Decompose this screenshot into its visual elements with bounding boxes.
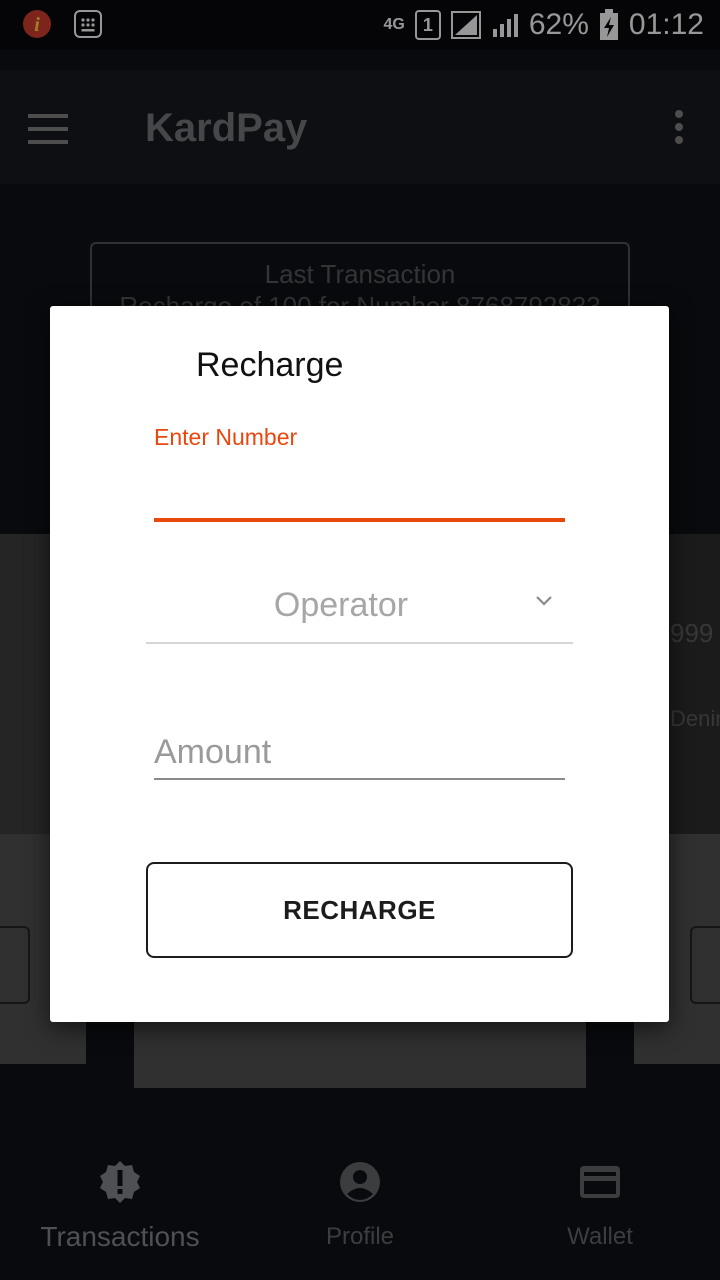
number-field-underline — [154, 518, 565, 522]
recharge-button[interactable]: RECHARGE — [146, 862, 573, 958]
number-field[interactable] — [154, 462, 565, 518]
dialog-title: Recharge — [196, 346, 344, 384]
amount-field[interactable] — [154, 722, 565, 780]
chevron-down-icon — [536, 596, 552, 606]
operator-select[interactable]: Operator — [146, 568, 573, 644]
recharge-dialog: Recharge Enter Number Operator RECHARGE — [50, 306, 669, 1022]
operator-select-value: Operator — [273, 586, 409, 624]
number-field-label: Enter Number — [154, 424, 298, 450]
